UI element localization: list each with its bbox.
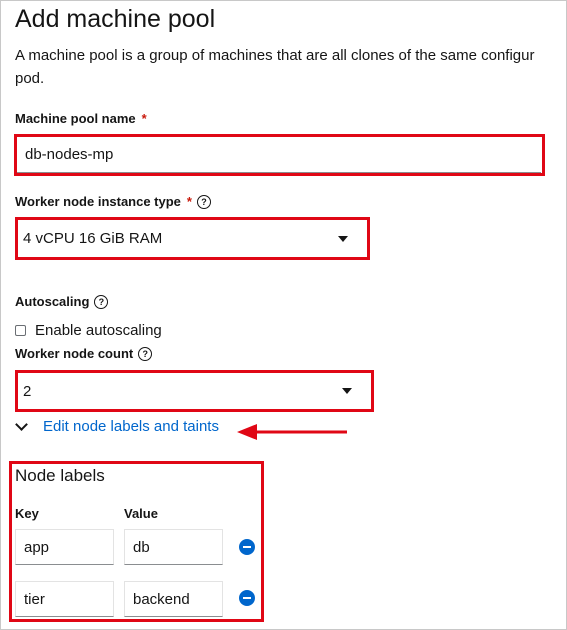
value-column-header: Value — [124, 506, 158, 521]
machine-pool-name-label: Machine pool name * — [15, 111, 147, 126]
label-value-value: backend — [133, 590, 190, 608]
label-value-input[interactable]: db — [124, 529, 223, 565]
autoscaling-label: Autoscaling? — [15, 294, 109, 309]
key-column-header: Key — [15, 506, 39, 521]
question-circle-icon[interactable]: ? — [94, 295, 109, 309]
highlight-machine-pool-name — [14, 134, 545, 176]
label-value-input[interactable]: backend — [124, 581, 223, 617]
instance-type-label: Worker node instance type *? — [15, 194, 211, 209]
add-machine-pool-dialog: Add machine pool A machine pool is a gro… — [0, 0, 567, 630]
node-count-label-text: Worker node count — [15, 346, 134, 361]
highlight-node-count — [15, 370, 374, 412]
enable-autoscaling-row[interactable]: Enable autoscaling — [15, 322, 162, 339]
required-indicator: * — [141, 111, 147, 126]
label-key-input[interactable]: app — [15, 529, 114, 565]
edit-node-labels-toggle[interactable]: Edit node labels and taints — [15, 418, 219, 435]
enable-autoscaling-checkbox[interactable] — [15, 325, 26, 336]
machine-pool-name-label-text: Machine pool name — [15, 111, 136, 126]
page-title: Add machine pool — [15, 5, 216, 33]
pointer-arrow-icon — [237, 424, 347, 440]
description-line-2: pod. — [15, 70, 45, 87]
highlight-instance-type — [15, 217, 370, 260]
description-line-1: A machine pool is a group of machines th… — [15, 47, 535, 64]
edit-node-labels-link[interactable]: Edit node labels and taints — [43, 418, 219, 435]
required-indicator: * — [186, 194, 192, 209]
autoscaling-label-text: Autoscaling — [15, 294, 90, 309]
chevron-down-icon — [15, 418, 28, 431]
label-key-value: app — [24, 538, 50, 556]
node-count-label: Worker node count? — [15, 346, 153, 361]
minus-circle-icon[interactable] — [239, 590, 255, 606]
label-value-value: db — [133, 538, 150, 556]
instance-type-label-text: Worker node instance type — [15, 194, 181, 209]
question-circle-icon[interactable]: ? — [138, 347, 153, 361]
minus-circle-icon[interactable] — [239, 539, 255, 555]
label-key-value: tier — [24, 590, 45, 608]
label-key-input[interactable]: tier — [15, 581, 114, 617]
enable-autoscaling-label[interactable]: Enable autoscaling — [35, 322, 162, 339]
node-labels-title: Node labels — [15, 466, 105, 485]
question-circle-icon[interactable]: ? — [196, 195, 211, 209]
page-description: A machine pool is a group of machines th… — [15, 44, 566, 90]
